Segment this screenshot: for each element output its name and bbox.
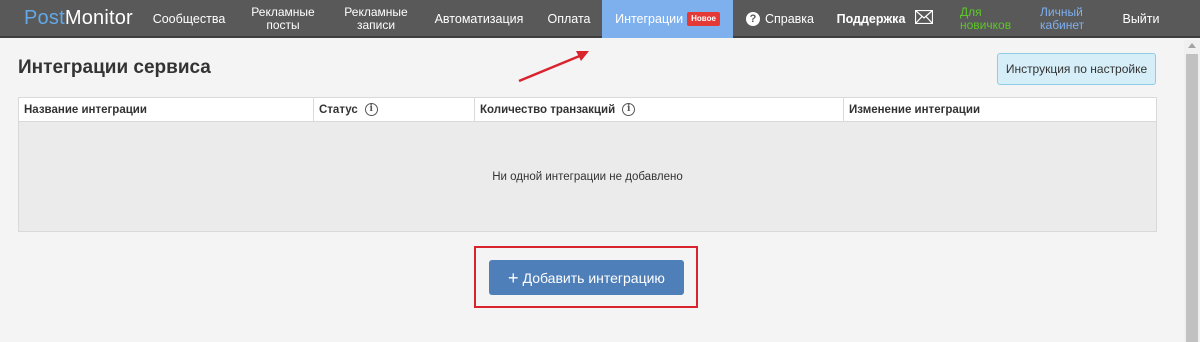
nav-logout[interactable]: Выйти: [1118, 0, 1164, 38]
plus-icon: +: [508, 267, 519, 288]
vertical-scrollbar[interactable]: [1184, 40, 1200, 342]
column-edit: Изменение интеграции: [849, 103, 981, 116]
nav-support[interactable]: Поддержка: [834, 0, 908, 38]
instruction-button[interactable]: Инструкция по настройке: [997, 53, 1156, 85]
nav-help[interactable]: ? Справка: [740, 0, 820, 38]
question-icon: ?: [745, 12, 760, 26]
nav-communities[interactable]: Сообщества: [142, 0, 236, 38]
new-badge: Новое: [687, 12, 720, 26]
nav-automation[interactable]: Автоматизация: [424, 0, 534, 38]
scroll-thumb[interactable]: [1186, 54, 1198, 342]
integrations-table: Название интеграции Статус i Количество т…: [18, 97, 1157, 232]
nav-payment[interactable]: Оплата: [536, 0, 602, 38]
nav-ad-records[interactable]: Рекламные записи: [330, 0, 422, 38]
page-title: Интеграции сервиса: [18, 57, 211, 78]
empty-table-message: Ни одной интеграции не добавлено: [19, 122, 1156, 231]
info-icon[interactable]: i: [364, 103, 378, 116]
nav-account[interactable]: Личный кабинет: [1040, 0, 1100, 38]
column-name: Название интеграции: [19, 98, 314, 121]
envelope-icon[interactable]: [915, 10, 933, 24]
top-navbar: PostMonitor Сообщества Рекламные посты Р…: [0, 0, 1200, 38]
table-header: Название интеграции Статус i Количество т…: [19, 98, 1156, 122]
nav-integrations[interactable]: Интеграции Новое: [602, 0, 733, 38]
scroll-up-arrow-icon[interactable]: [1188, 43, 1196, 48]
column-status: Статус i: [314, 98, 475, 121]
info-icon[interactable]: i: [622, 103, 636, 116]
nav-ad-posts[interactable]: Рекламные посты: [238, 0, 328, 38]
logo[interactable]: PostMonitor: [24, 6, 133, 30]
add-integration-button[interactable]: + Добавить интеграцию: [489, 260, 684, 295]
column-transactions: Количество транзакций i: [475, 98, 844, 121]
nav-beginners[interactable]: Для новичков: [960, 0, 1024, 38]
